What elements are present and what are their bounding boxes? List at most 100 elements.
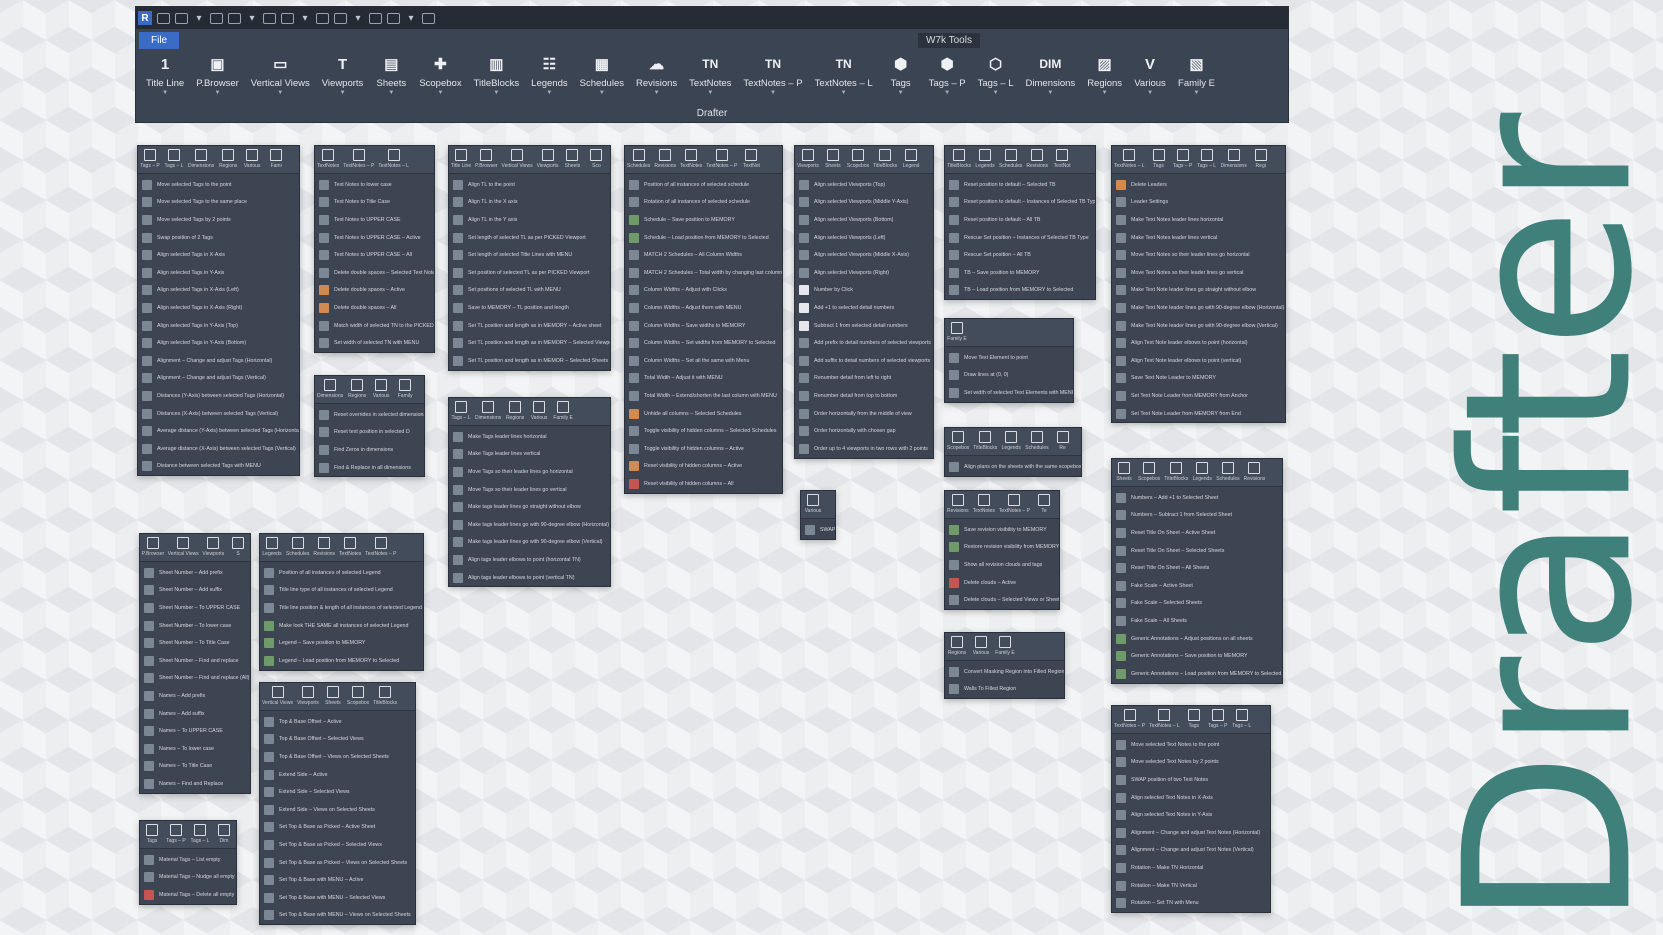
mini-tool-titleblocks[interactable]: TitleBlocks xyxy=(871,148,899,169)
menu-item[interactable]: Subtract 1 from selected detail numbers xyxy=(795,317,933,335)
menu-item[interactable]: Find & Replace in all dimensions xyxy=(315,459,424,477)
ribbon-tool-sheets[interactable]: ▤ Sheets ▼ xyxy=(369,51,413,96)
mini-tool-dim[interactable]: Dim xyxy=(212,823,236,844)
menu-item[interactable]: Convert Masking Region into Filled Regio… xyxy=(945,663,1064,681)
mini-tool-tags-p[interactable]: Tags – P xyxy=(164,823,188,844)
menu-item[interactable]: Set Top & Base as Picked – Selected View… xyxy=(260,836,415,854)
menu-item[interactable]: Save revision visibility to MEMORY xyxy=(945,521,1059,539)
menu-item[interactable]: Reset visibility of hidden columns – Act… xyxy=(625,458,782,476)
menu-item[interactable]: Move Tags so their leader lines go verti… xyxy=(449,481,610,499)
menu-item[interactable]: Set Top & Base with MENU – Views on Sele… xyxy=(260,907,415,925)
menu-item[interactable]: Fake Scale – Selected Sheets xyxy=(1112,595,1282,613)
dimension-icon[interactable] xyxy=(316,12,329,24)
mini-tool-viewports[interactable]: Viewports xyxy=(201,536,226,557)
menu-item[interactable]: Order horizontally from the middle of vi… xyxy=(795,405,933,423)
mini-tool-dimensions[interactable]: Dimensions xyxy=(186,148,216,169)
mini-tool-tags-l[interactable]: Tags – L xyxy=(1195,148,1219,169)
save-icon[interactable]: ▾ xyxy=(193,13,205,24)
menu-item[interactable]: Align selected Tags in X-Axis xyxy=(138,246,299,264)
mini-tool-family[interactable]: Family xyxy=(393,378,417,399)
mini-tool-scopebox[interactable]: Scopebox xyxy=(1136,461,1162,482)
menu-item[interactable]: Schedule – Load position from MEMORY to … xyxy=(625,229,782,247)
menu-item[interactable]: Generic Annotations – Adjust positions o… xyxy=(1112,630,1282,648)
mini-tool-fami[interactable]: Fami xyxy=(264,148,288,169)
menu-item[interactable]: Reset overrides in selected dimensions xyxy=(315,406,424,424)
mini-tool-viewports[interactable]: Viewports xyxy=(295,685,321,706)
menu-item[interactable]: Make tags leader lines go straight witho… xyxy=(449,498,610,516)
menu-item[interactable]: Average distance (X-Axis) between select… xyxy=(138,440,299,458)
ribbon-tool-viewports[interactable]: T Viewports ▼ xyxy=(316,51,370,97)
mini-tool-revisions[interactable]: Revisions xyxy=(311,536,337,557)
menu-item[interactable]: Save to MEMORY – TL position and length xyxy=(449,299,610,317)
menu-item[interactable]: Align selected Tags in Y-Axis xyxy=(138,264,299,282)
mini-tool-various[interactable]: Various xyxy=(527,400,551,421)
menu-item[interactable]: Column Widths – Set widths from MEMORY t… xyxy=(625,334,782,352)
menu-item[interactable]: Top & Base Offset – Active xyxy=(260,713,415,731)
switch-window-icon[interactable]: ▾ xyxy=(405,13,417,24)
mini-tool-tags-l[interactable]: Tags – L xyxy=(188,823,212,844)
menu-item[interactable]: Delete double spaces – Active xyxy=(315,282,434,300)
mini-tool-p-browser[interactable]: P.Browser xyxy=(140,536,166,557)
mini-tool-scopebox[interactable]: Scopebox xyxy=(345,685,371,706)
menu-item[interactable]: Reset visibility of hidden columns – All xyxy=(625,475,782,493)
menu-item[interactable]: Renumber detail from left to right xyxy=(795,370,933,388)
menu-item[interactable]: Reset Title On Sheet – Selected Sheets xyxy=(1112,542,1282,560)
mini-tool-legends[interactable]: Legends xyxy=(260,536,284,557)
ribbon-tool-textnotes-p[interactable]: TN TextNotes – P ▼ xyxy=(737,51,808,96)
mini-tool-textnot[interactable]: TextNot xyxy=(739,148,763,169)
menu-item[interactable]: Set position of selected TL as per PICKE… xyxy=(449,264,610,282)
menu-item[interactable]: Align Text Note leader elbows to point (… xyxy=(1112,334,1285,352)
menu-item[interactable]: SWAP position of two Text Notes xyxy=(1112,771,1270,789)
mini-tool-title-line[interactable]: Title Line xyxy=(449,148,473,169)
mini-tool-revisions[interactable]: Revisions xyxy=(652,148,678,169)
menu-item[interactable]: Total Width – Extend/shorten the last co… xyxy=(625,387,782,405)
menu-item[interactable]: Sheet Number – To lower case xyxy=(140,617,250,635)
menu-item[interactable]: Make Text Notes leader lines horizontal xyxy=(1112,211,1285,229)
new-icon[interactable] xyxy=(157,12,170,24)
menu-item[interactable]: Rotation – Make TN Horizontal xyxy=(1112,859,1270,877)
menu-item[interactable]: Names – To UPPER CASE xyxy=(140,722,250,740)
mini-tool-legends[interactable]: Legends xyxy=(1190,461,1214,482)
close-icon[interactable] xyxy=(281,12,294,24)
open-icon[interactable] xyxy=(175,12,188,24)
customize-icon[interactable] xyxy=(422,12,435,24)
menu-item[interactable]: Restore revision visibility from MEMORY xyxy=(945,539,1059,557)
menu-item[interactable]: Align selected Tags in X-Axis (Left) xyxy=(138,282,299,300)
mini-tool-regions[interactable]: Regions xyxy=(503,400,527,421)
mini-tool-revisions[interactable]: Revisions xyxy=(1242,461,1268,482)
tag-icon[interactable] xyxy=(334,12,347,24)
menu-item[interactable]: Extend Side – Active xyxy=(260,766,415,784)
menu-item[interactable]: Add prefix to detail numbers of selected… xyxy=(795,334,933,352)
menu-item[interactable]: Move selected Tags by 2 points xyxy=(138,211,299,229)
menu-item[interactable]: Sheet Number – Find and replace xyxy=(140,652,250,670)
menu-item[interactable]: Make tags leader lines go with 90-degree… xyxy=(449,516,610,534)
mini-tool-titleblocks[interactable]: TitleBlocks xyxy=(1162,461,1190,482)
mini-tool-dimensions[interactable]: Dimensions xyxy=(1219,148,1249,169)
menu-item[interactable]: Align selected Viewports (Bottom) xyxy=(795,211,933,229)
mini-tool-tags-p[interactable]: Tags – P xyxy=(1171,148,1195,169)
mini-tool-titleblocks[interactable]: TitleBlocks xyxy=(371,685,399,706)
menu-item[interactable]: Align tags leader elbows to point (horiz… xyxy=(449,551,610,569)
menu-item[interactable]: Align selected Tags in X-Axis (Right) xyxy=(138,299,299,317)
mini-tool-various[interactable]: Various xyxy=(240,148,264,169)
menu-item[interactable]: Reset text position in selected D xyxy=(315,424,424,442)
menu-item[interactable]: Reset position to default – Selected TB xyxy=(945,176,1095,194)
menu-item[interactable]: Show all revision clouds and tags xyxy=(945,556,1059,574)
ribbon-tool-tags-p[interactable]: ⬢ Tags – P ▼ xyxy=(923,51,972,96)
menu-item[interactable]: Align selected Tags in Y-Axis (Top) xyxy=(138,317,299,335)
mini-tool-textnotes-p[interactable]: TextNotes – P xyxy=(997,493,1032,514)
mini-tool-titleblocks[interactable]: TitleBlocks xyxy=(971,430,999,451)
menu-item[interactable]: Legend – Load position from MEMORY to Se… xyxy=(260,652,423,670)
menu-item[interactable]: Move Text Notes so their leader lines go… xyxy=(1112,246,1285,264)
menu-item[interactable]: Make Tags leader lines horizontal xyxy=(449,428,610,446)
menu-item[interactable]: Set TL position and length as in MEMOR –… xyxy=(449,352,610,370)
menu-item[interactable]: Distances (X-Axis) between selected Tags… xyxy=(138,405,299,423)
menu-item[interactable]: Number by Click xyxy=(795,282,933,300)
mini-tool-scopebox[interactable]: Scopebox xyxy=(945,430,971,451)
mini-tool-tags-l[interactable]: Tags – L xyxy=(162,148,186,169)
menu-item[interactable]: Delete Leaders xyxy=(1112,176,1285,194)
menu-item[interactable]: Text Notes to Title Case xyxy=(315,194,434,212)
redo-icon[interactable]: ▾ xyxy=(246,13,258,24)
mini-tool-revisions[interactable]: Revisions xyxy=(1024,148,1050,169)
undo-icon[interactable] xyxy=(228,12,241,24)
